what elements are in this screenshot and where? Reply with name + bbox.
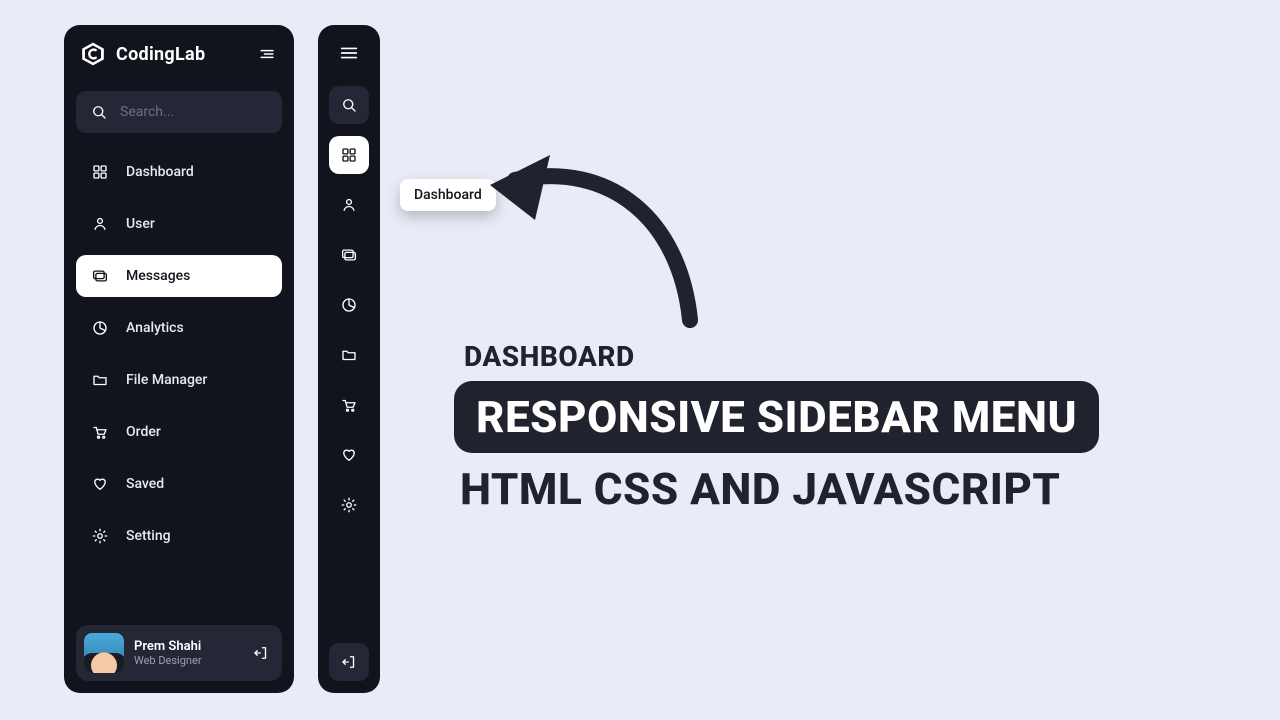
sidebar-item-setting[interactable]: Setting [76, 515, 282, 557]
sidebar-item-dashboard[interactable] [329, 136, 369, 174]
marketing-headline: DASHBOARD RESPONSIVE SIDEBAR MENU HTML C… [454, 340, 1099, 515]
search-input[interactable] [120, 104, 268, 120]
user-profile-card[interactable]: Prem Shahi Web Designer [76, 625, 282, 681]
user-icon [90, 214, 110, 234]
logout-button[interactable] [250, 642, 272, 664]
brand-name: CodingLab [116, 44, 205, 65]
headline-sub: HTML CSS AND JAVASCRIPT [460, 463, 1099, 515]
sidebar-item-label: Dashboard [126, 164, 194, 180]
folder-icon [90, 370, 110, 390]
sidebar-item-user[interactable] [329, 186, 369, 224]
logout-button[interactable] [329, 643, 369, 681]
menu-toggle-button[interactable] [336, 40, 362, 66]
headline-pill: RESPONSIVE SIDEBAR MENU [454, 381, 1099, 453]
sidebar-item-file-manager[interactable] [329, 336, 369, 374]
sidebar-item-saved[interactable]: Saved [76, 463, 282, 505]
sidebar-item-label: File Manager [126, 372, 207, 388]
dashboard-icon [90, 162, 110, 182]
sidebar-item-setting[interactable] [329, 486, 369, 524]
heart-icon [90, 474, 110, 494]
sidebar-item-dashboard[interactable]: Dashboard [76, 151, 282, 193]
sidebar-item-analytics[interactable] [329, 286, 369, 324]
sidebar-item-order[interactable]: Order [76, 411, 282, 453]
headline-eyebrow: DASHBOARD [464, 340, 1099, 373]
sidebar-header: CodingLab [76, 39, 282, 75]
user-role: Web Designer [134, 654, 202, 667]
brand-logo: CodingLab [80, 41, 205, 67]
sidebar-expanded: CodingLab Dashboard User [64, 25, 294, 693]
menu-toggle-button[interactable] [256, 43, 278, 65]
logo-mark-icon [80, 41, 106, 67]
gear-icon [90, 526, 110, 546]
sidebar-item-label: Analytics [126, 320, 184, 336]
analytics-icon [90, 318, 110, 338]
sidebar-item-saved[interactable] [329, 436, 369, 474]
arrow-illustration [480, 100, 710, 330]
sidebar-item-label: Saved [126, 476, 164, 492]
search-input-container[interactable] [76, 91, 282, 133]
search-icon [90, 103, 108, 121]
sidebar-item-label: Order [126, 424, 161, 440]
avatar [84, 633, 124, 673]
sidebar-item-file-manager[interactable]: File Manager [76, 359, 282, 401]
cart-icon [90, 422, 110, 442]
sidebar-item-label: Messages [126, 268, 190, 284]
sidebar-item-order[interactable] [329, 386, 369, 424]
sidebar-menu: Dashboard User Messages Analytics File M [76, 151, 282, 557]
sidebar-item-messages[interactable] [329, 236, 369, 274]
sidebar-item-analytics[interactable]: Analytics [76, 307, 282, 349]
sidebar-item-user[interactable]: User [76, 203, 282, 245]
messages-icon [90, 266, 110, 286]
search-button[interactable] [329, 86, 369, 124]
sidebar-item-messages[interactable]: Messages [76, 255, 282, 297]
user-name: Prem Shahi [134, 639, 202, 654]
sidebar-collapsed: Dashboard [318, 25, 380, 693]
sidebar-item-label: User [126, 216, 155, 232]
sidebar-item-label: Setting [126, 528, 171, 544]
user-meta: Prem Shahi Web Designer [134, 639, 202, 667]
